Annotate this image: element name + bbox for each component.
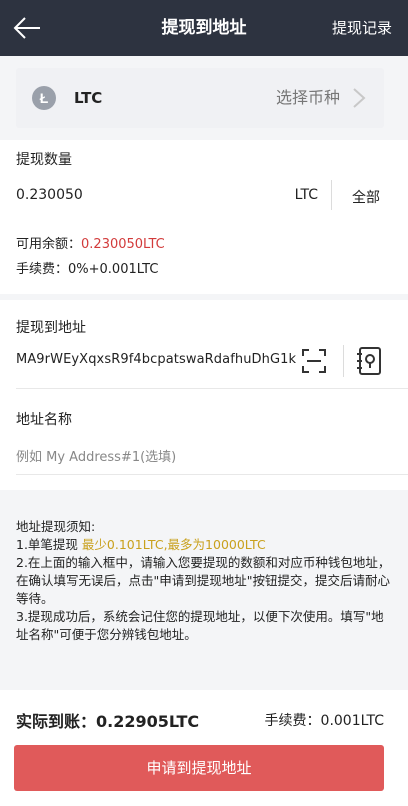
coin-selector[interactable]: Ł LTC 选择币种 <box>16 68 384 128</box>
svg-text:Ł: Ł <box>40 90 49 106</box>
address-divider <box>343 345 344 377</box>
address-separator <box>16 388 408 389</box>
address-label: 提现到地址 <box>16 320 86 336</box>
notice-line-1-prefix: 1.单笔提现 <box>16 537 82 552</box>
select-coin-label: 选择币种 <box>275 88 340 107</box>
amount-input[interactable]: 0.230050 <box>16 187 83 203</box>
notice-line-3: 3.提现成功后，系统会记住您的提现地址，以便下次使用。填写"地址名称"可便于您分… <box>16 609 384 642</box>
summary-fee-label: 手续费： <box>264 713 321 729</box>
withdraw-notice: 地址提现须知: 1.单笔提现 最少0.101LTC,最多为10000LTC 2.… <box>16 518 392 644</box>
submit-withdraw-button[interactable]: 申请到提现地址 <box>14 745 384 791</box>
all-button[interactable]: 全部 <box>352 187 380 207</box>
fee-info: 手续费：0%+0.001LTC <box>16 262 159 277</box>
amount-divider <box>331 180 332 210</box>
notice-line-2: 2.在上面的输入框中，请输入您要提现的数额和对应币种钱包地址，在确认填写无误后，… <box>16 555 391 606</box>
amount-label: 提现数量 <box>16 152 72 168</box>
address-name-separator <box>16 474 408 475</box>
address-input[interactable]: MA9rWEyXqxsR9f4bcpatswaRdafhuDhG1k <box>16 352 296 367</box>
actual-amount: 实际到账：0.22905LTC <box>16 708 199 732</box>
withdraw-record-link[interactable]: 提现记录 <box>332 0 392 56</box>
address-book-icon[interactable] <box>356 347 382 375</box>
coin-name: LTC <box>74 89 103 107</box>
notice-limit-highlight: 最少0.101LTC,最多为10000LTC <box>81 537 266 552</box>
litecoin-icon: Ł <box>32 86 56 110</box>
scan-icon[interactable] <box>302 349 326 373</box>
address-name-input[interactable]: 例如 My Address#1(选填) <box>16 446 176 465</box>
notice-title: 地址提现须知: <box>16 519 96 534</box>
actual-value: 0.22905LTC <box>96 712 200 731</box>
available-balance: 可用余额：0.230050LTC <box>16 233 165 252</box>
summary-fee: 手续费：0.001LTC <box>265 710 384 730</box>
chevron-right-icon <box>353 88 366 108</box>
amount-unit: LTC <box>294 187 318 203</box>
header-bar: 提现到地址 提现记录 <box>0 0 408 56</box>
notice-line-1: 1.单笔提现 最少0.101LTC,最多为10000LTC <box>16 536 392 554</box>
actual-label: 实际到账： <box>16 712 97 731</box>
available-label: 可用余额： <box>16 237 82 252</box>
summary-fee-value: 0.001LTC <box>320 713 384 729</box>
address-name-label: 地址名称 <box>16 412 72 428</box>
available-value: 0.230050LTC <box>81 237 165 252</box>
